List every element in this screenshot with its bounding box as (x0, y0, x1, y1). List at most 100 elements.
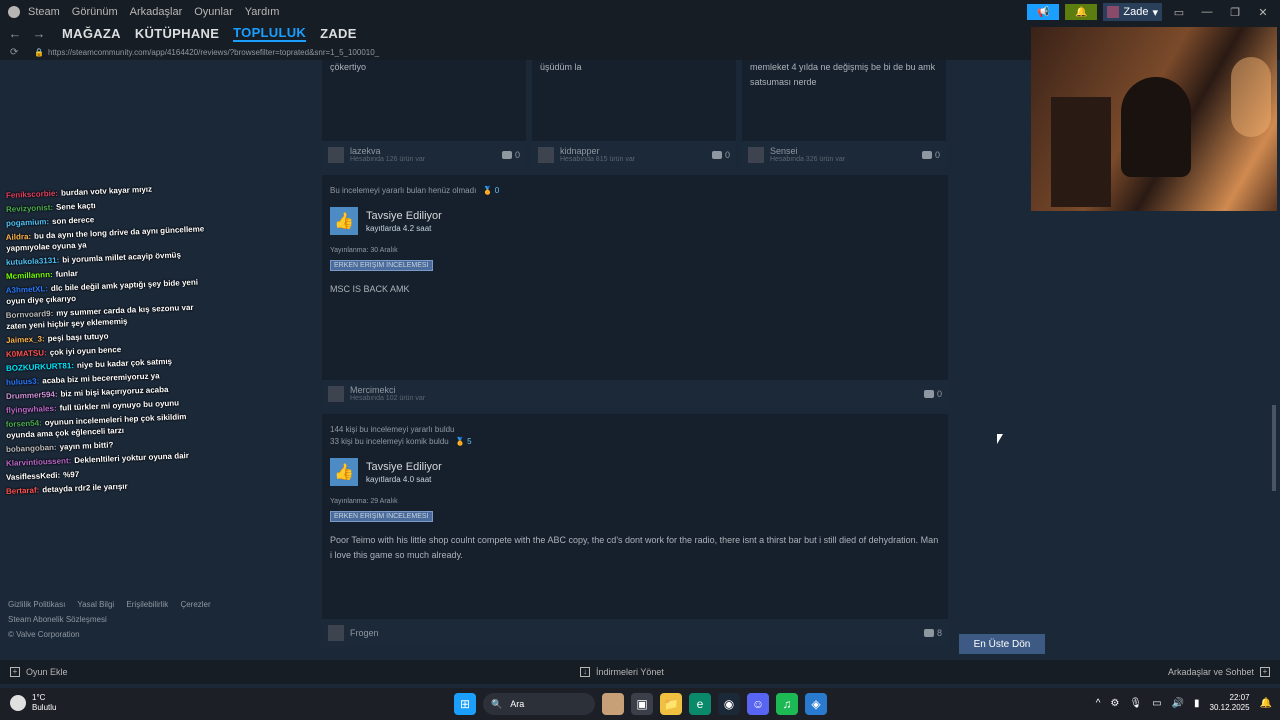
mini-review-card[interactable]: üşüdüm la kidnapper Hesabında 815 ürün va… (532, 60, 736, 168)
chat-username[interactable]: Mcmillannn: (6, 270, 53, 281)
comment-count[interactable]: 0 (923, 389, 942, 399)
comment-count[interactable]: 0 (501, 150, 520, 160)
author-name[interactable]: Sensei (770, 146, 922, 156)
tab-profile[interactable]: ZADE (320, 26, 357, 41)
chat-username[interactable]: Drummer594: (6, 390, 58, 401)
chat-username[interactable]: forsen54: (6, 418, 42, 429)
avatar[interactable] (748, 146, 764, 163)
recommendation-title[interactable]: Tavsiye Ediliyor (366, 461, 442, 473)
tray-expand-icon[interactable]: ^ (1096, 698, 1101, 709)
footer-link-cookies[interactable]: Çerezler (180, 600, 210, 609)
chat-username[interactable]: VasiflessKedi: (6, 471, 61, 482)
chat-username[interactable]: huluus3: (6, 377, 40, 387)
app-blue-icon[interactable]: ◈ (805, 693, 827, 715)
menu-friends[interactable]: Arkadaşlar (130, 6, 183, 18)
menu-view[interactable]: Görünüm (72, 6, 118, 18)
file-explorer-icon[interactable]: 📁 (660, 693, 682, 715)
chat-username[interactable]: Jaimex_3: (6, 334, 45, 345)
tab-store[interactable]: MAĞAZA (62, 26, 121, 41)
chat-username[interactable]: bobangoban: (6, 443, 57, 454)
footer-link-subscriber-agreement[interactable]: Steam Abonelik Sözleşmesi (8, 615, 107, 624)
chat-username[interactable]: kutukola3131: (6, 256, 60, 267)
microphone-icon[interactable]: 🎙 (1129, 698, 1142, 709)
comment-count[interactable]: 0 (921, 150, 940, 160)
scroll-to-top-button[interactable]: En Üste Dön (959, 634, 1045, 654)
weather-widget[interactable]: 1°C Bulutlu (10, 693, 56, 713)
network-icon[interactable]: ▭ (1152, 698, 1161, 709)
author-name[interactable]: Frogen (350, 628, 924, 638)
footer-link-privacy[interactable]: Gizlilik Politikası (8, 600, 65, 609)
helpful-text: 144 kişi bu incelemeyi yararlı buldu (330, 425, 455, 434)
tab-library[interactable]: KÜTÜPHANE (135, 26, 219, 41)
comment-count[interactable]: 8 (923, 628, 942, 638)
maximize-icon[interactable]: ❐ (1224, 6, 1246, 19)
chat-username[interactable]: flyingwhales: (6, 404, 57, 415)
footer-link-legal[interactable]: Yasal Bilgi (77, 600, 114, 609)
steam-app-icon[interactable]: ◉ (718, 693, 740, 715)
volume-icon[interactable]: 🔊 (1172, 698, 1184, 709)
menu-help[interactable]: Yardım (245, 6, 280, 18)
tray-app-icon[interactable]: ⚙ (1110, 698, 1119, 709)
announcements-button[interactable]: 📢 (1027, 4, 1060, 20)
author-name[interactable]: kidnapper (560, 146, 712, 156)
user-menu[interactable]: Zade ▾ (1103, 3, 1162, 21)
author-name[interactable]: Mercimekci (350, 385, 924, 395)
posted-date: Yayınlanma: 29 Aralık (330, 498, 398, 505)
chat-username[interactable]: Klarvintioussent: (6, 456, 72, 468)
avatar[interactable] (328, 385, 344, 402)
mini-review-card[interactable]: memleket 4 yılda ne değişmiş be bi de bu… (742, 60, 946, 168)
close-icon[interactable]: ✕ (1252, 6, 1274, 19)
task-view-icon[interactable]: ▣ (631, 693, 653, 715)
chat-username[interactable]: Bornvoard9: (6, 309, 54, 320)
footer-link-accessibility[interactable]: Erişilebilirlik (126, 600, 168, 609)
widget-image-icon[interactable] (602, 693, 624, 715)
big-picture-icon[interactable]: ▭ (1168, 6, 1190, 19)
thumbs-up-icon: 👍 (330, 458, 358, 486)
add-game-button[interactable]: + Oyun Ekle (10, 667, 68, 677)
chat-username[interactable]: Aildra: (6, 232, 32, 242)
chat-username[interactable]: Bertaraf: (6, 486, 40, 496)
manage-downloads-button[interactable]: ↓ İndirmeleri Yönet (580, 667, 664, 677)
award-count[interactable]: 🏅 5 (455, 437, 472, 446)
review-card[interactable]: Bu incelemeyi yararlı bulan henüz olmadı… (322, 175, 948, 407)
review-card[interactable]: 144 kişi bu incelemeyi yararlı buldu 33 … (322, 414, 948, 646)
review-author-bar: Mercimekci Hesabında 102 ürün var 0 (322, 380, 948, 407)
minimize-icon[interactable]: — (1196, 6, 1218, 18)
chat-username[interactable]: Revizyonist: (6, 203, 53, 214)
friends-chat-button[interactable]: Arkadaşlar ve Sohbet + (1168, 667, 1270, 677)
windows-start-icon[interactable]: ⊞ (454, 693, 476, 715)
battery-icon[interactable]: ▮ (1194, 698, 1200, 709)
chat-username[interactable]: BOZKURKURT81: (6, 361, 74, 373)
notifications-button[interactable]: 🔔 (1065, 4, 1098, 20)
author-name[interactable]: lazekva (350, 146, 502, 156)
chat-username[interactable]: pogamium: (6, 217, 49, 228)
back-arrow-icon[interactable]: ← (6, 26, 24, 41)
discord-icon[interactable]: ☺ (747, 693, 769, 715)
chat-username[interactable]: A3hmetXL: (6, 284, 49, 295)
url-text[interactable]: https://steamcommunity.com/app/4164420/r… (48, 48, 379, 57)
avatar[interactable] (328, 624, 344, 641)
menu-games[interactable]: Oyunlar (194, 6, 233, 18)
avatar[interactable] (328, 146, 344, 163)
edge-browser-icon[interactable]: e (689, 693, 711, 715)
forward-arrow-icon[interactable]: → (30, 26, 48, 41)
chat-username[interactable]: Fenikscorbie: (6, 189, 58, 200)
page-scrollbar[interactable] (1272, 405, 1276, 491)
spotify-icon[interactable]: ♫ (776, 693, 798, 715)
mini-review-card[interactable]: çökertiyo lazekva Hesabında 126 ürün var … (322, 60, 526, 168)
copyright-text: © Valve Corporation (8, 630, 80, 639)
recommendation-title[interactable]: Tavsiye Ediliyor (366, 210, 442, 222)
avatar[interactable] (538, 146, 554, 163)
comment-count[interactable]: 0 (711, 150, 730, 160)
tab-community[interactable]: TOPLULUK (233, 25, 307, 42)
notification-icon[interactable]: 🔔 (1260, 698, 1272, 709)
award-count[interactable]: 🏅 0 (483, 186, 500, 195)
chat-username[interactable]: K0MATSU: (6, 348, 47, 359)
playtime-hours: kayıtlarda 4.0 saat (366, 474, 432, 484)
taskbar-search[interactable]: 🔍 Ara (483, 693, 595, 715)
system-clock[interactable]: 22:07 30.12.2025 (1210, 693, 1250, 713)
review-helpful-info: 144 kişi bu incelemeyi yararlı buldu 33 … (322, 414, 948, 448)
funny-text: 33 kişi bu incelemeyi komik buldu (330, 437, 449, 446)
menu-steam[interactable]: Steam (28, 6, 60, 18)
refresh-icon[interactable]: ⟳ (10, 47, 24, 58)
